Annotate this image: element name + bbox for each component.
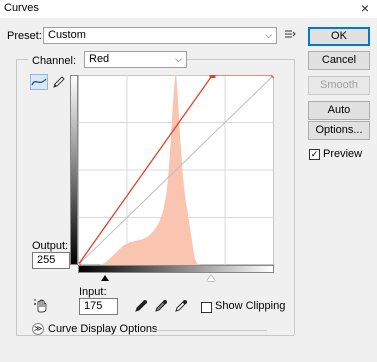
expand-chevron-icon[interactable]: ≫ [32,323,44,335]
curve-display-options-label[interactable]: Curve Display Options [48,323,157,335]
curve-point[interactable] [271,75,274,78]
output-field[interactable]: 255 [32,252,70,269]
preset-label: Preset: [7,30,42,42]
chevron-down-icon: ⌵ [265,30,272,40]
chevron-down-icon: ⌵ [175,54,182,64]
channel-label: Channel: [32,55,77,67]
smooth-button[interactable]: Smooth [308,76,370,95]
group-border-left [16,59,17,335]
group-border-top-right [187,59,294,60]
curve-display-divider [156,330,267,331]
title-bar [0,0,377,18]
curve-point-selected[interactable] [209,75,216,78]
gray-eyedropper-icon[interactable] [154,299,168,313]
window-title: Curves [4,2,39,14]
channel-value: Red [89,53,110,65]
input-gradient-bar [78,265,274,273]
close-icon[interactable]: × [361,1,369,15]
preview-label: Preview [323,148,363,160]
group-border-bottom [16,335,294,336]
preset-value: Custom [48,29,86,41]
output-gradient-bar [70,75,78,265]
curve-graph[interactable] [78,75,274,265]
preset-options-icon[interactable] [283,28,297,43]
input-label: Input: [79,286,107,298]
preset-select[interactable]: Custom ⌵ [43,27,277,44]
channel-select[interactable]: Red ⌵ [84,51,187,68]
auto-button[interactable]: Auto [308,101,370,120]
group-border-top-left [16,59,28,60]
targeted-adjustment-icon[interactable] [32,296,50,314]
ok-button[interactable]: OK [308,27,370,46]
group-border-right [294,59,295,335]
black-eyedropper-icon[interactable] [134,299,148,313]
white-eyedropper-icon[interactable] [174,299,188,313]
preview-checkbox[interactable]: ✓ [309,149,320,160]
show-clipping-checkbox[interactable] [201,302,212,313]
show-clipping-label: Show Clipping [215,300,286,312]
options-button[interactable]: Options... [308,121,370,140]
output-label: Output: [32,240,69,252]
white-point-slider[interactable] [207,275,215,281]
pencil-icon[interactable] [51,74,67,90]
cancel-button[interactable]: Cancel [308,51,370,70]
black-point-slider[interactable] [101,275,109,281]
input-field[interactable]: 175 [79,298,118,315]
curve-edit-tool-icon[interactable] [30,74,48,90]
